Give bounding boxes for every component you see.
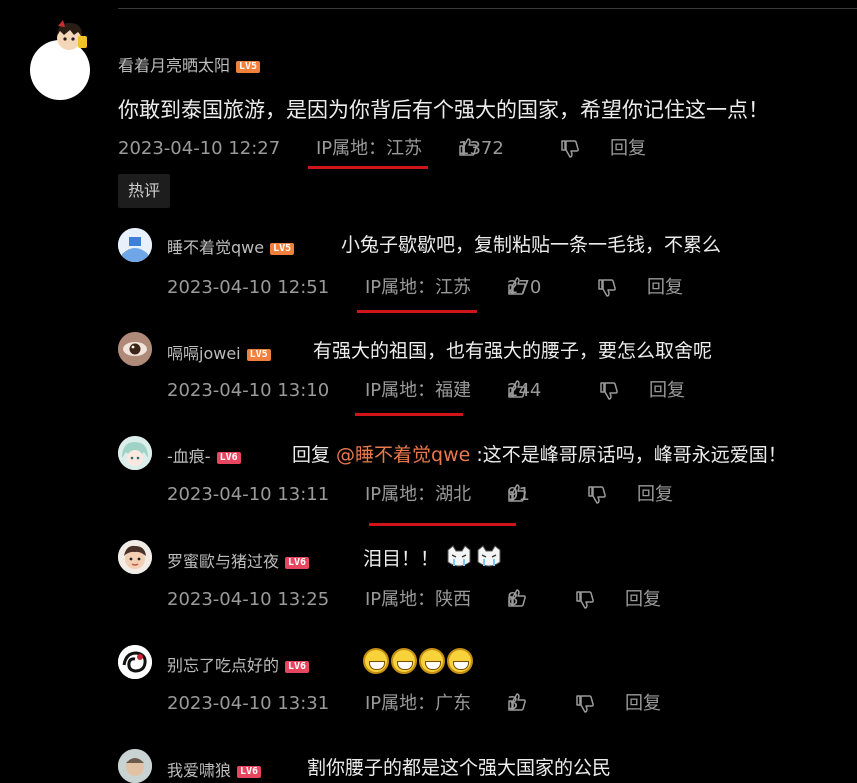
reply-meta: 2023-04-10 12:51 IP属地：江苏 270 回复 [167, 276, 727, 300]
cry-cat-emoji-icon [477, 545, 501, 567]
grin-emoji-icon [447, 648, 473, 674]
reply-button[interactable]: 回复 [610, 137, 646, 161]
cry-cat-emoji-icon [447, 545, 471, 567]
level-badge: LV6 [285, 557, 310, 569]
avatar[interactable] [118, 749, 152, 783]
thumb-down-icon[interactable] [575, 590, 595, 610]
reply-author[interactable]: 罗蜜歐与猪过夜 LV6 [167, 548, 310, 572]
reply-prefix: 回复 [292, 444, 337, 466]
thumb-down-icon[interactable] [575, 694, 595, 714]
level-badge: LV5 [246, 349, 271, 361]
comment-time: 2023-04-10 12:27 [118, 138, 281, 159]
reply-meta: 2023-04-10 13:10 IP属地：福建 244 回复 [167, 379, 727, 403]
reply-button[interactable]: 回复 [625, 692, 661, 716]
reply-meta: 2023-04-10 13:25 IP属地：陕西 8 回复 [167, 588, 727, 612]
avatar[interactable] [118, 332, 152, 366]
ip-underline [357, 310, 477, 313]
like-count: 244 [507, 380, 542, 401]
thumb-down-icon[interactable] [587, 485, 607, 505]
like-count: 3 [507, 693, 519, 714]
avatar-anime-icon [118, 436, 152, 470]
level-badge: LV6 [237, 766, 262, 778]
reply-author[interactable]: 我爱啸狼 LV6 [167, 757, 262, 781]
reply-time: 2023-04-10 13:25 [167, 589, 330, 610]
reply-meta: 2023-04-10 13:31 IP属地：广东 3 回复 [167, 692, 727, 716]
reply-body: 泪目！！ [363, 548, 440, 570]
reply-time: 2023-04-10 13:31 [167, 693, 330, 714]
username[interactable]: 别忘了吃点好的 [167, 656, 279, 675]
like-count: 8 [507, 589, 519, 610]
comment-text: 你敢到泰国旅游，是因为你背后有个强大的国家，希望你记住这一点！ [118, 98, 769, 122]
reply-text: 泪目！！ [363, 544, 505, 571]
reply-text: 割你腰子的都是这个强大国家的公民 [307, 757, 612, 779]
avatar-image-icon [118, 228, 152, 262]
ip-location: IP属地：福建 [365, 380, 472, 401]
avatar-photo-icon [118, 749, 152, 783]
reply-button[interactable]: 回复 [637, 483, 673, 507]
username[interactable]: 睡不着觉qwe [167, 238, 264, 257]
like-count: 1372 [458, 138, 504, 159]
username[interactable]: -血痕- [167, 447, 211, 466]
avatar-swirl-icon [118, 645, 152, 679]
avatar-eye-icon [118, 332, 152, 366]
reply-emojis [363, 648, 475, 674]
grin-emoji-icon [363, 648, 389, 674]
ip-location: IP属地：江苏 [365, 277, 472, 298]
avatar-sticker-icon [57, 20, 87, 50]
ip-underline [308, 166, 428, 169]
ip-underline [355, 413, 463, 416]
reply-time: 2023-04-10 12:51 [167, 277, 330, 298]
reply-author[interactable]: 别忘了吃点好的 LV6 [167, 652, 310, 676]
reply-text: 回复 @睡不着觉qwe :这不是峰哥原话吗，峰哥永远爱国！ [292, 440, 787, 467]
grin-emoji-icon [419, 648, 445, 674]
ip-location: IP属地：广东 [365, 693, 472, 714]
avatar[interactable] [118, 540, 152, 574]
reply-text: 小兔子歇歇吧，复制粘贴一条一毛钱，不累么 [341, 234, 722, 256]
username[interactable]: 嗝嗝jowei [167, 344, 241, 363]
like-count: 270 [507, 277, 542, 298]
avatar[interactable] [118, 436, 152, 470]
level-badge: LV6 [285, 661, 310, 673]
level-badge: LV6 [216, 452, 241, 464]
username[interactable]: 罗蜜歐与猪过夜 [167, 552, 279, 571]
avatar[interactable] [118, 228, 152, 262]
username[interactable]: 我爱啸狼 [167, 761, 231, 780]
reply-author[interactable]: 睡不着觉qwe LV5 [167, 234, 295, 258]
avatar-cartoon-icon [118, 540, 152, 574]
reply-button[interactable]: 回复 [647, 276, 683, 300]
reply-author[interactable]: -血痕- LV6 [167, 443, 241, 467]
ip-underline [369, 523, 516, 526]
thumb-down-icon[interactable] [597, 278, 617, 298]
avatar[interactable] [118, 645, 152, 679]
reply-body: :这不是峰哥原话吗，峰哥永远爱国！ [470, 444, 787, 466]
like-count: 91 [507, 484, 530, 505]
thumb-down-icon[interactable] [599, 381, 619, 401]
reply-button[interactable]: 回复 [625, 588, 661, 612]
comment-meta: 2023-04-10 12:27 IP属地：江苏 1372 回复 [118, 137, 718, 161]
comment-author[interactable]: 看着月亮晒太阳 LV5 [118, 52, 261, 76]
ip-location: IP属地：江苏 [316, 138, 423, 159]
reply-text: 有强大的祖国，也有强大的腰子，要怎么取舍呢 [313, 340, 713, 362]
username[interactable]: 看着月亮晒太阳 [118, 56, 230, 75]
reply-time: 2023-04-10 13:10 [167, 380, 330, 401]
top-divider [118, 8, 857, 9]
reply-button[interactable]: 回复 [649, 379, 685, 403]
reply-author[interactable]: 嗝嗝jowei LV5 [167, 340, 271, 364]
mention-link[interactable]: @睡不着觉qwe [336, 444, 470, 466]
level-badge: LV5 [270, 243, 295, 255]
hot-comment-tag: 热评 [118, 174, 170, 208]
ip-location: IP属地：陕西 [365, 589, 472, 610]
grin-emoji-icon [391, 648, 417, 674]
ip-location: IP属地：湖北 [365, 484, 472, 505]
thumb-down-icon[interactable] [560, 139, 580, 159]
reply-meta: 2023-04-10 13:11 IP属地：湖北 91 回复 [167, 483, 727, 507]
level-badge: LV5 [236, 61, 261, 73]
reply-time: 2023-04-10 13:11 [167, 484, 330, 505]
avatar[interactable] [30, 20, 90, 100]
